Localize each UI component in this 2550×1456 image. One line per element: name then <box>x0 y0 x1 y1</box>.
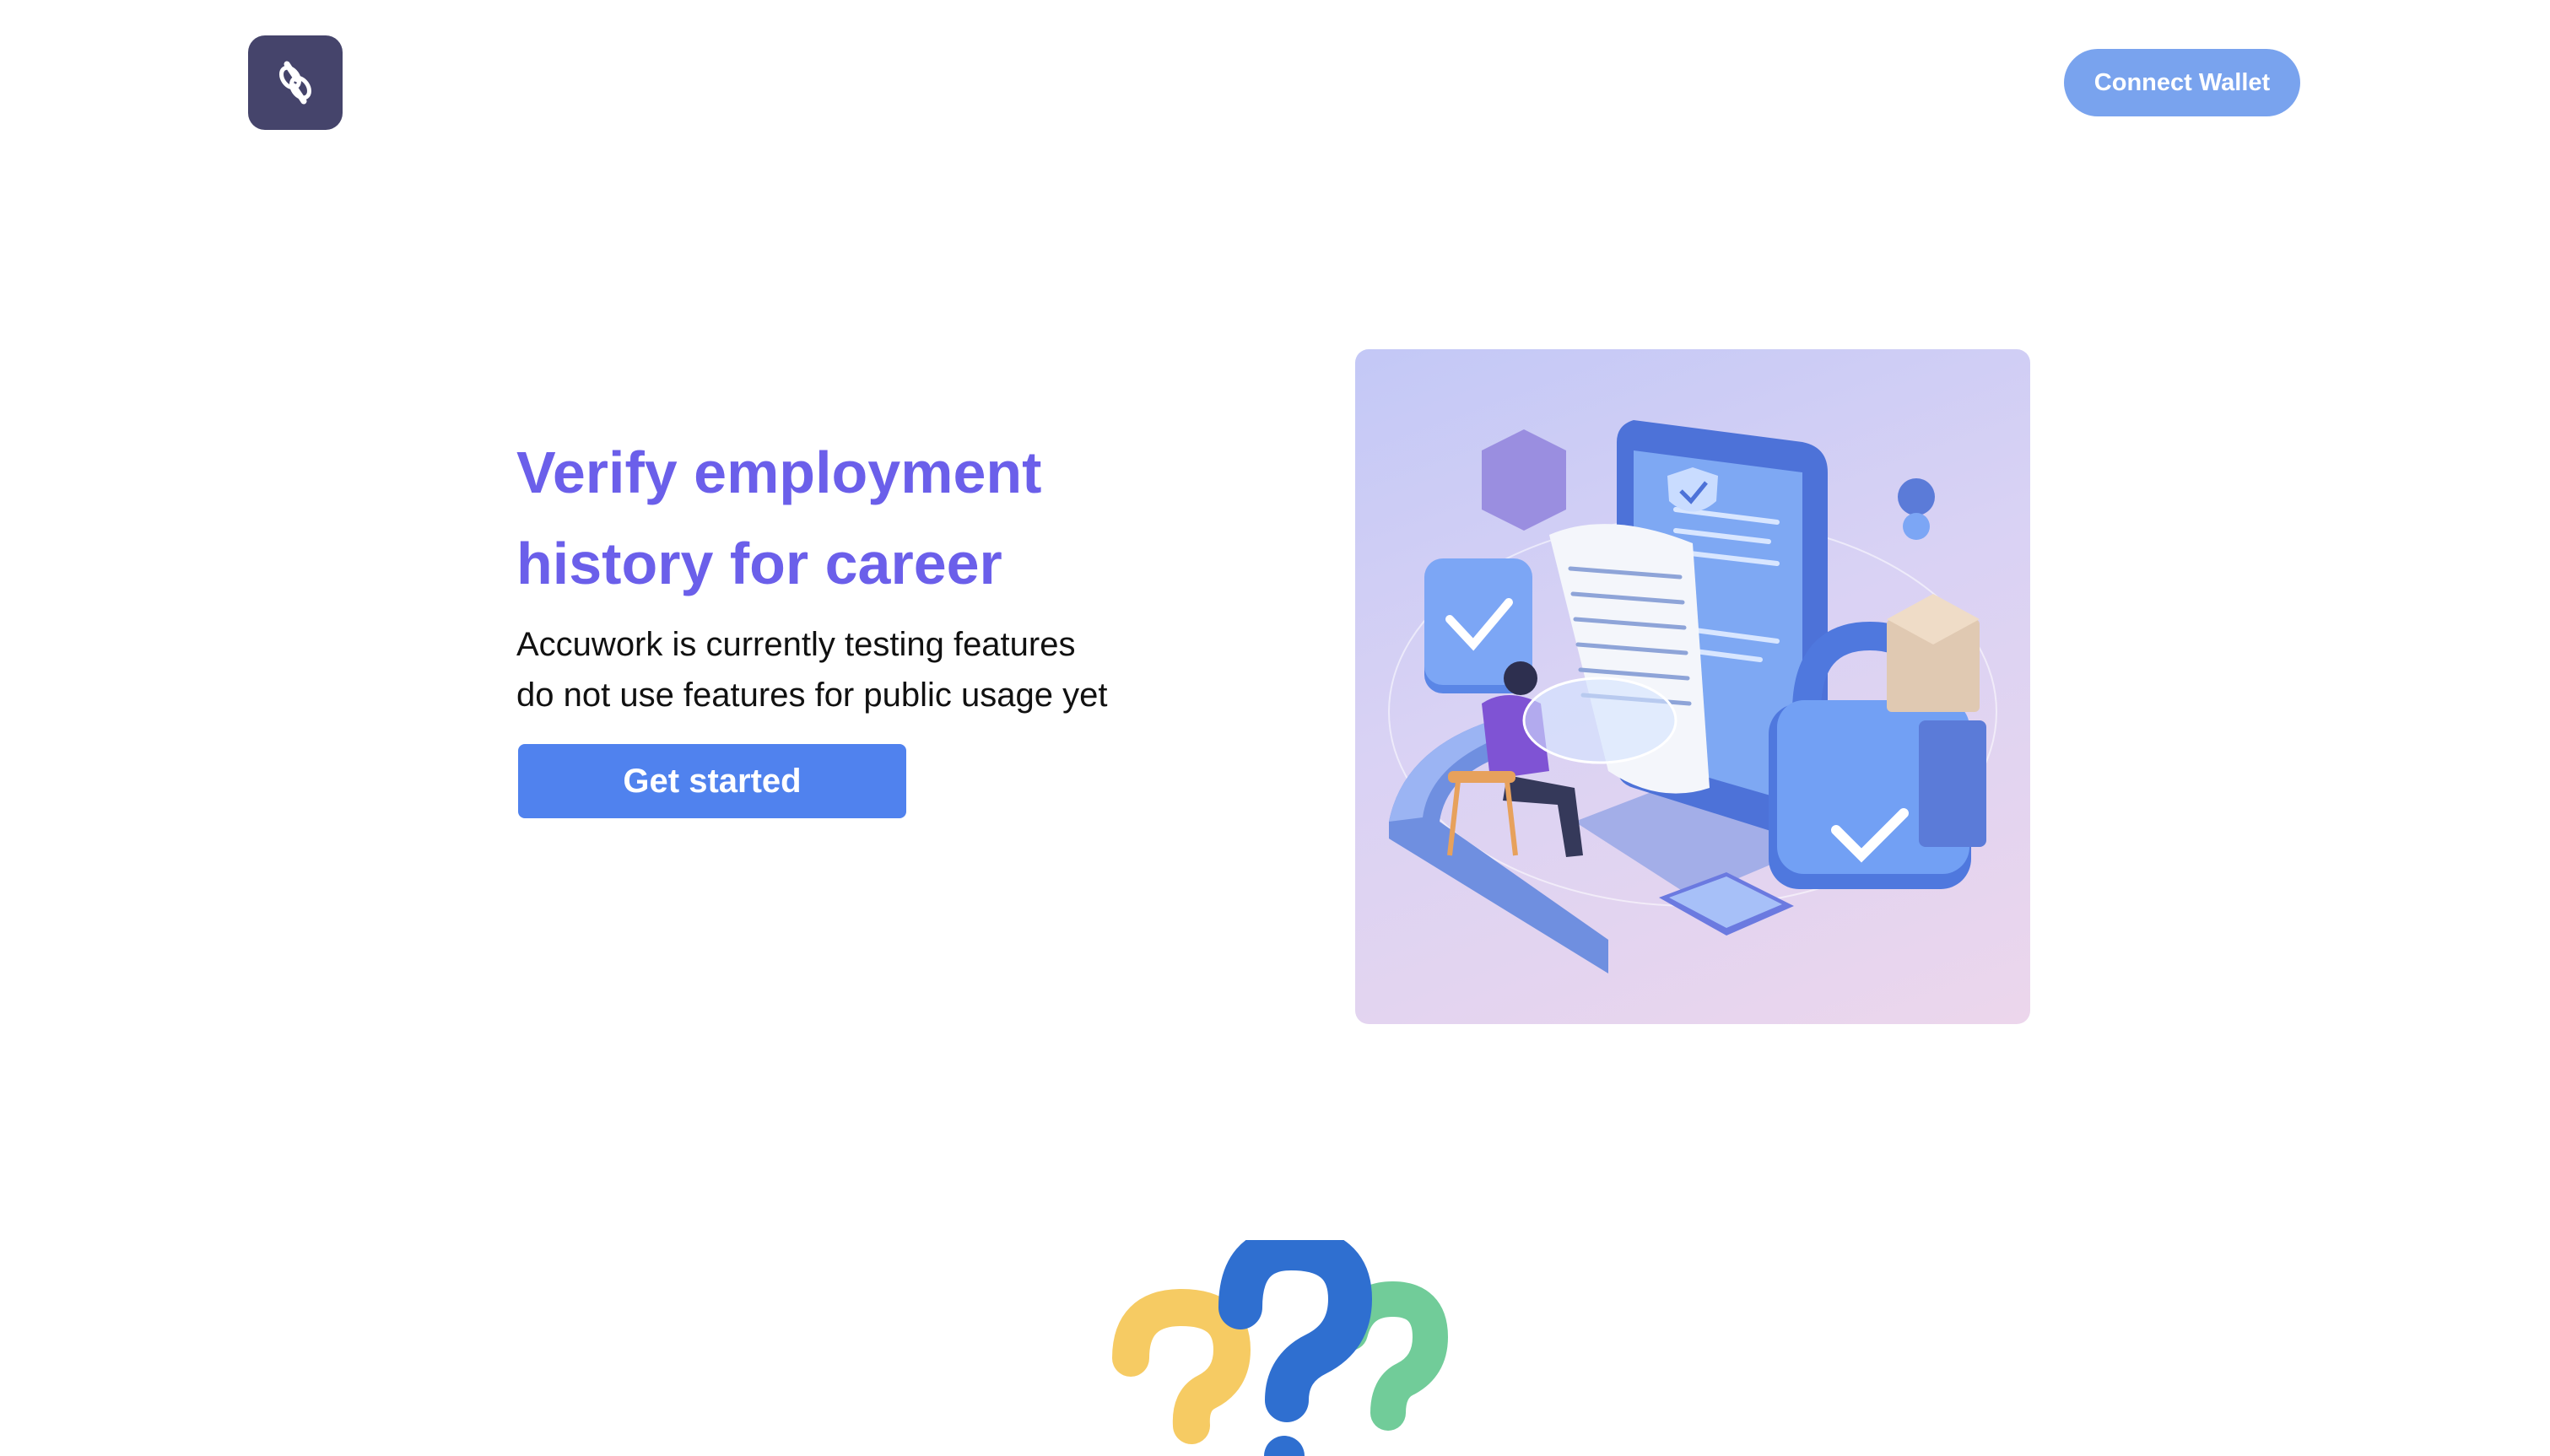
person-head <box>1504 661 1537 695</box>
server-stack <box>1919 720 1986 847</box>
robot-icon <box>1898 478 1935 515</box>
get-started-button[interactable]: Get started <box>518 744 906 818</box>
isometric-verification-illustration <box>1355 349 2030 1024</box>
hero-subtitle: Accuwork is currently testing features d… <box>516 619 1191 720</box>
hero-title: Verify employment history for career <box>516 427 1191 609</box>
question-marks-illustration <box>1097 1240 1451 1456</box>
hero-title-line-2: history for career <box>516 531 1002 596</box>
hero-subtitle-line-2: do not use features for public usage yet <box>516 677 1108 714</box>
landing-page: Connect Wallet Verify employment history… <box>0 0 2550 1456</box>
hero-subtitle-line-1: Accuwork is currently testing features <box>516 626 1076 663</box>
hologram-screen <box>1522 677 1677 764</box>
hero-title-line-1: Verify employment <box>516 439 1042 505</box>
mini-server <box>1482 429 1566 531</box>
logo-button[interactable] <box>248 35 343 130</box>
question-mark-blue <box>1218 1240 1373 1422</box>
chain-link-icon <box>279 61 311 105</box>
question-mark-yellow <box>1112 1288 1251 1444</box>
connect-wallet-button[interactable]: Connect Wallet <box>2064 49 2300 116</box>
shield-icon <box>1667 467 1718 512</box>
chair <box>1448 771 1515 783</box>
